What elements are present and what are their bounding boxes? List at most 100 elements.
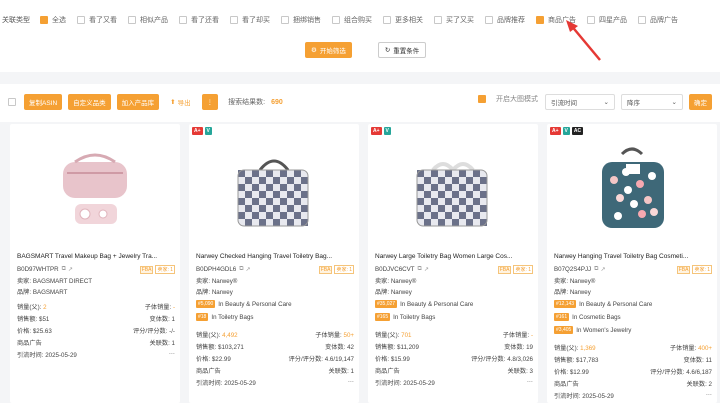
product-card[interactable]: BAGSMART Travel Makeup Bag + Jewelry Tra… [10, 124, 180, 403]
filter-checkbox[interactable] [383, 16, 391, 24]
product-image[interactable] [45, 142, 145, 242]
filter-checkbox[interactable] [77, 16, 85, 24]
filter-checkbox[interactable] [40, 16, 48, 24]
filter-checkbox[interactable] [434, 16, 442, 24]
annotation-arrow-icon [566, 20, 601, 61]
external-link-icon[interactable]: ↗ [68, 266, 73, 273]
filter-checkbox[interactable] [230, 16, 238, 24]
rank-line: #165 In Toiletry Bags [375, 313, 533, 321]
more-options-icon[interactable]: ··· [633, 391, 712, 400]
filter-checkbox[interactable] [179, 16, 187, 24]
rank-category[interactable]: In Beauty & Personal Care [579, 301, 652, 308]
asin[interactable]: B0D97WHTPR [17, 266, 59, 273]
copy-icon[interactable]: ⧉ [239, 266, 243, 273]
filter-option[interactable]: 捆绑销售 [281, 15, 321, 25]
reset-button[interactable]: ↻ 重置条件 [377, 42, 427, 58]
brand-name[interactable]: 品牌: Narwey [196, 287, 233, 296]
custom-category-button[interactable]: 自定义品类 [68, 94, 111, 110]
rank-category[interactable]: In Cosmetic Bags [572, 314, 621, 321]
result-count-label: 搜索结果数: [228, 99, 266, 106]
rank-line: #161 In Cosmetic Bags [554, 313, 712, 321]
sort-order-select[interactable]: 降序 ⌄ [621, 94, 683, 110]
filter-option[interactable]: 看了又看 [77, 15, 117, 25]
rank-number: #12,143 [554, 300, 577, 308]
filter-option[interactable]: 看了却买 [230, 15, 270, 25]
result-toolbar: 复制ASIN 自定义品类 加入产品库 ⬆ 导出 ⋮ 搜索结果数: 690 开启大… [0, 84, 720, 122]
filter-option[interactable]: 品牌推荐 [485, 15, 525, 25]
rank-category[interactable]: In Beauty & Personal Care [400, 301, 473, 308]
rank-number: #161 [554, 313, 570, 321]
filter-option-label: 品牌推荐 [497, 17, 525, 24]
confirm-button[interactable]: 确定 [689, 94, 712, 110]
copy-asin-button[interactable]: 复制ASIN [24, 94, 63, 110]
external-link-icon[interactable]: ↗ [246, 266, 251, 273]
product-image[interactable] [224, 142, 324, 242]
filter-option[interactable]: 品牌广告 [638, 15, 678, 25]
product-badge: V [562, 127, 570, 135]
product-card[interactable]: A+ V Narwey Checked Hanging Travel Toilet… [189, 124, 359, 403]
product-metrics: 销量(父): 701 子体销量: - 销售额: $11,209 变体数: 19 … [375, 332, 533, 387]
filter-option-label: 看了又看 [89, 17, 117, 24]
rank-category[interactable]: In Women's Jewelry [576, 327, 631, 334]
product-image[interactable] [582, 142, 682, 242]
big-image-mode-checkbox[interactable] [478, 95, 486, 103]
relation-type-label: 关联类型 [2, 17, 30, 24]
product-badge: A+ [371, 127, 382, 135]
filter-checkbox[interactable] [281, 16, 289, 24]
rank-number: #18 [196, 313, 209, 321]
add-to-library-button[interactable]: 加入产品库 [116, 94, 160, 110]
filter-checkbox[interactable] [485, 16, 493, 24]
filter-option-label: 看了却买 [242, 17, 270, 24]
seller-name[interactable]: 卖家: BAGSMART DIRECT [17, 276, 92, 285]
product-title[interactable]: Narwey Hanging Travel Toiletry Bag Cosme… [554, 253, 712, 260]
rank-category[interactable]: In Beauty & Personal Care [218, 301, 291, 308]
brand-name[interactable]: 品牌: BAGSMART [17, 287, 67, 296]
start-filter-button[interactable]: ⚙ 开始筛选 [305, 42, 352, 58]
fba-tag: FBA [139, 265, 154, 274]
external-link-icon[interactable]: ↗ [424, 266, 429, 273]
filter-option[interactable]: 组合购买 [332, 15, 372, 25]
brand-name[interactable]: 品牌: Narwey [375, 287, 412, 296]
filter-option[interactable]: 买了又买 [434, 15, 474, 25]
asin[interactable]: B07Q2S4PJJ [554, 266, 591, 273]
filter-checkbox[interactable] [332, 16, 340, 24]
product-title[interactable]: Narwey Large Toiletry Bag Women Large Co… [375, 253, 533, 260]
product-image[interactable] [403, 142, 503, 242]
filter-checkbox[interactable] [536, 16, 544, 24]
select-all-checkbox[interactable] [8, 98, 16, 106]
seller-count-tag: 卖家: 1 [692, 265, 712, 274]
product-card[interactable]: A+ V AC Narwey Hanging Travel Toiletry Bag… [547, 124, 717, 403]
export-button[interactable]: ⬆ 导出 [165, 94, 195, 110]
product-title[interactable]: Narwey Checked Hanging Travel Toiletry B… [196, 253, 354, 260]
product-title[interactable]: BAGSMART Travel Makeup Bag + Jewelry Tra… [17, 253, 175, 260]
filter-checkbox[interactable] [128, 16, 136, 24]
more-options-icon[interactable]: ··· [96, 350, 175, 359]
more-options-icon[interactable]: ··· [275, 378, 354, 387]
brand-name[interactable]: 品牌: Narwey [554, 287, 591, 296]
product-card[interactable]: A+ V Narwey Large Toiletry Bag Women Larg… [368, 124, 538, 403]
copy-icon[interactable]: ⧉ [62, 266, 66, 273]
rank-category[interactable]: In Toiletry Bags [393, 314, 435, 321]
product-badge: A+ [192, 127, 203, 135]
rank-category[interactable]: In Toiletry Bags [211, 314, 253, 321]
copy-icon[interactable]: ⧉ [594, 266, 598, 273]
filter-option[interactable]: 更多相关 [383, 15, 423, 25]
seller-name[interactable]: 卖家: Narwey® [375, 276, 416, 285]
rank-line: #18 In Toiletry Bags [196, 313, 354, 321]
filter-option[interactable]: 相似产品 [128, 15, 168, 25]
product-metrics: 销量(父): 4,492 子体销量: 50+ 销售额: $103,271 变体数… [196, 332, 354, 387]
seller-name[interactable]: 卖家: Narwey® [196, 276, 237, 285]
external-link-icon[interactable]: ↗ [600, 266, 605, 273]
more-button[interactable]: ⋮ [201, 94, 219, 110]
filter-option-label: 相似产品 [140, 17, 168, 24]
copy-icon[interactable]: ⧉ [418, 266, 422, 273]
filter-checkbox[interactable] [638, 16, 646, 24]
more-options-icon[interactable]: ··· [454, 378, 533, 387]
filter-option[interactable]: 全选 [40, 15, 66, 25]
filter-option[interactable]: 看了还看 [179, 15, 219, 25]
product-badge: V [204, 127, 212, 135]
asin[interactable]: B0DJVC6CVT [375, 266, 415, 273]
asin[interactable]: B0DPH4GDL6 [196, 266, 236, 273]
seller-name[interactable]: 卖家: Narwey® [554, 276, 595, 285]
sort-field-select[interactable]: 引流时间 ⌄ [545, 94, 615, 110]
